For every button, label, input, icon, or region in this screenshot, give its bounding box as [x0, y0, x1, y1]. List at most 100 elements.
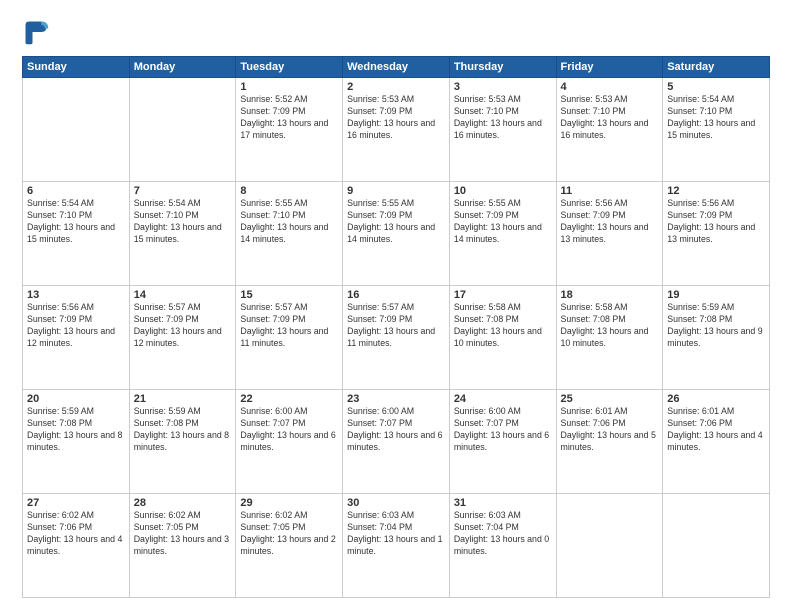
- calendar-cell: 21Sunrise: 5:59 AM Sunset: 7:08 PM Dayli…: [129, 390, 236, 494]
- calendar-cell: 23Sunrise: 6:00 AM Sunset: 7:07 PM Dayli…: [343, 390, 450, 494]
- day-number: 30: [347, 497, 445, 509]
- day-info: Sunrise: 6:02 AM Sunset: 7:05 PM Dayligh…: [134, 510, 232, 558]
- calendar-cell: 10Sunrise: 5:55 AM Sunset: 7:09 PM Dayli…: [449, 182, 556, 286]
- day-number: 27: [27, 497, 125, 509]
- calendar-week-row: 6Sunrise: 5:54 AM Sunset: 7:10 PM Daylig…: [23, 182, 770, 286]
- day-number: 12: [667, 185, 765, 197]
- day-info: Sunrise: 6:00 AM Sunset: 7:07 PM Dayligh…: [240, 406, 338, 454]
- day-of-week-header: Sunday: [23, 57, 130, 78]
- day-number: 24: [454, 393, 552, 405]
- calendar-cell: 29Sunrise: 6:02 AM Sunset: 7:05 PM Dayli…: [236, 494, 343, 598]
- calendar-week-row: 13Sunrise: 5:56 AM Sunset: 7:09 PM Dayli…: [23, 286, 770, 390]
- day-number: 28: [134, 497, 232, 509]
- day-number: 21: [134, 393, 232, 405]
- calendar-cell: [556, 494, 663, 598]
- day-info: Sunrise: 5:52 AM Sunset: 7:09 PM Dayligh…: [240, 94, 338, 142]
- calendar-week-row: 20Sunrise: 5:59 AM Sunset: 7:08 PM Dayli…: [23, 390, 770, 494]
- day-number: 19: [667, 289, 765, 301]
- day-number: 31: [454, 497, 552, 509]
- day-info: Sunrise: 5:58 AM Sunset: 7:08 PM Dayligh…: [561, 302, 659, 350]
- day-info: Sunrise: 6:02 AM Sunset: 7:05 PM Dayligh…: [240, 510, 338, 558]
- day-info: Sunrise: 5:59 AM Sunset: 7:08 PM Dayligh…: [667, 302, 765, 350]
- day-number: 7: [134, 185, 232, 197]
- day-number: 20: [27, 393, 125, 405]
- day-info: Sunrise: 5:55 AM Sunset: 7:09 PM Dayligh…: [347, 198, 445, 246]
- day-info: Sunrise: 5:57 AM Sunset: 7:09 PM Dayligh…: [134, 302, 232, 350]
- day-number: 22: [240, 393, 338, 405]
- day-info: Sunrise: 5:54 AM Sunset: 7:10 PM Dayligh…: [134, 198, 232, 246]
- day-info: Sunrise: 6:02 AM Sunset: 7:06 PM Dayligh…: [27, 510, 125, 558]
- calendar-cell: 28Sunrise: 6:02 AM Sunset: 7:05 PM Dayli…: [129, 494, 236, 598]
- day-info: Sunrise: 6:01 AM Sunset: 7:06 PM Dayligh…: [667, 406, 765, 454]
- calendar-header-row: SundayMondayTuesdayWednesdayThursdayFrid…: [23, 57, 770, 78]
- calendar-cell: 31Sunrise: 6:03 AM Sunset: 7:04 PM Dayli…: [449, 494, 556, 598]
- calendar-cell: 25Sunrise: 6:01 AM Sunset: 7:06 PM Dayli…: [556, 390, 663, 494]
- calendar-cell: 3Sunrise: 5:53 AM Sunset: 7:10 PM Daylig…: [449, 78, 556, 182]
- day-number: 25: [561, 393, 659, 405]
- day-info: Sunrise: 6:00 AM Sunset: 7:07 PM Dayligh…: [454, 406, 552, 454]
- calendar-week-row: 27Sunrise: 6:02 AM Sunset: 7:06 PM Dayli…: [23, 494, 770, 598]
- day-info: Sunrise: 5:56 AM Sunset: 7:09 PM Dayligh…: [561, 198, 659, 246]
- calendar-cell: 24Sunrise: 6:00 AM Sunset: 7:07 PM Dayli…: [449, 390, 556, 494]
- calendar-cell: 8Sunrise: 5:55 AM Sunset: 7:10 PM Daylig…: [236, 182, 343, 286]
- day-number: 26: [667, 393, 765, 405]
- day-info: Sunrise: 6:01 AM Sunset: 7:06 PM Dayligh…: [561, 406, 659, 454]
- day-info: Sunrise: 5:55 AM Sunset: 7:10 PM Dayligh…: [240, 198, 338, 246]
- day-info: Sunrise: 5:54 AM Sunset: 7:10 PM Dayligh…: [27, 198, 125, 246]
- calendar-cell: 22Sunrise: 6:00 AM Sunset: 7:07 PM Dayli…: [236, 390, 343, 494]
- day-number: 3: [454, 81, 552, 93]
- calendar-cell: 18Sunrise: 5:58 AM Sunset: 7:08 PM Dayli…: [556, 286, 663, 390]
- day-info: Sunrise: 5:58 AM Sunset: 7:08 PM Dayligh…: [454, 302, 552, 350]
- calendar-cell: 15Sunrise: 5:57 AM Sunset: 7:09 PM Dayli…: [236, 286, 343, 390]
- calendar-cell: [23, 78, 130, 182]
- calendar-cell: 9Sunrise: 5:55 AM Sunset: 7:09 PM Daylig…: [343, 182, 450, 286]
- day-number: 9: [347, 185, 445, 197]
- calendar-cell: 6Sunrise: 5:54 AM Sunset: 7:10 PM Daylig…: [23, 182, 130, 286]
- calendar-cell: 4Sunrise: 5:53 AM Sunset: 7:10 PM Daylig…: [556, 78, 663, 182]
- calendar-cell: 13Sunrise: 5:56 AM Sunset: 7:09 PM Dayli…: [23, 286, 130, 390]
- day-of-week-header: Monday: [129, 57, 236, 78]
- calendar-cell: 16Sunrise: 5:57 AM Sunset: 7:09 PM Dayli…: [343, 286, 450, 390]
- calendar-cell: [129, 78, 236, 182]
- calendar-cell: 7Sunrise: 5:54 AM Sunset: 7:10 PM Daylig…: [129, 182, 236, 286]
- day-of-week-header: Friday: [556, 57, 663, 78]
- day-number: 13: [27, 289, 125, 301]
- day-info: Sunrise: 5:54 AM Sunset: 7:10 PM Dayligh…: [667, 94, 765, 142]
- calendar-cell: 5Sunrise: 5:54 AM Sunset: 7:10 PM Daylig…: [663, 78, 770, 182]
- day-info: Sunrise: 5:57 AM Sunset: 7:09 PM Dayligh…: [347, 302, 445, 350]
- calendar-cell: [663, 494, 770, 598]
- calendar-cell: 11Sunrise: 5:56 AM Sunset: 7:09 PM Dayli…: [556, 182, 663, 286]
- calendar-week-row: 1Sunrise: 5:52 AM Sunset: 7:09 PM Daylig…: [23, 78, 770, 182]
- day-info: Sunrise: 6:00 AM Sunset: 7:07 PM Dayligh…: [347, 406, 445, 454]
- day-number: 23: [347, 393, 445, 405]
- day-info: Sunrise: 6:03 AM Sunset: 7:04 PM Dayligh…: [347, 510, 445, 558]
- calendar-cell: 12Sunrise: 5:56 AM Sunset: 7:09 PM Dayli…: [663, 182, 770, 286]
- calendar-cell: 30Sunrise: 6:03 AM Sunset: 7:04 PM Dayli…: [343, 494, 450, 598]
- logo-icon: [22, 18, 50, 46]
- calendar-table: SundayMondayTuesdayWednesdayThursdayFrid…: [22, 56, 770, 598]
- header: [22, 18, 770, 46]
- day-info: Sunrise: 5:53 AM Sunset: 7:10 PM Dayligh…: [561, 94, 659, 142]
- logo: [22, 18, 54, 46]
- day-info: Sunrise: 5:56 AM Sunset: 7:09 PM Dayligh…: [667, 198, 765, 246]
- day-number: 29: [240, 497, 338, 509]
- day-number: 17: [454, 289, 552, 301]
- day-info: Sunrise: 5:55 AM Sunset: 7:09 PM Dayligh…: [454, 198, 552, 246]
- calendar-cell: 20Sunrise: 5:59 AM Sunset: 7:08 PM Dayli…: [23, 390, 130, 494]
- day-number: 1: [240, 81, 338, 93]
- day-number: 11: [561, 185, 659, 197]
- day-of-week-header: Wednesday: [343, 57, 450, 78]
- calendar-cell: 26Sunrise: 6:01 AM Sunset: 7:06 PM Dayli…: [663, 390, 770, 494]
- day-info: Sunrise: 5:57 AM Sunset: 7:09 PM Dayligh…: [240, 302, 338, 350]
- calendar-cell: 27Sunrise: 6:02 AM Sunset: 7:06 PM Dayli…: [23, 494, 130, 598]
- day-info: Sunrise: 6:03 AM Sunset: 7:04 PM Dayligh…: [454, 510, 552, 558]
- calendar-cell: 17Sunrise: 5:58 AM Sunset: 7:08 PM Dayli…: [449, 286, 556, 390]
- day-number: 14: [134, 289, 232, 301]
- day-info: Sunrise: 5:59 AM Sunset: 7:08 PM Dayligh…: [27, 406, 125, 454]
- day-info: Sunrise: 5:53 AM Sunset: 7:10 PM Dayligh…: [454, 94, 552, 142]
- day-of-week-header: Tuesday: [236, 57, 343, 78]
- calendar-cell: 2Sunrise: 5:53 AM Sunset: 7:09 PM Daylig…: [343, 78, 450, 182]
- day-number: 16: [347, 289, 445, 301]
- day-number: 6: [27, 185, 125, 197]
- calendar-cell: 14Sunrise: 5:57 AM Sunset: 7:09 PM Dayli…: [129, 286, 236, 390]
